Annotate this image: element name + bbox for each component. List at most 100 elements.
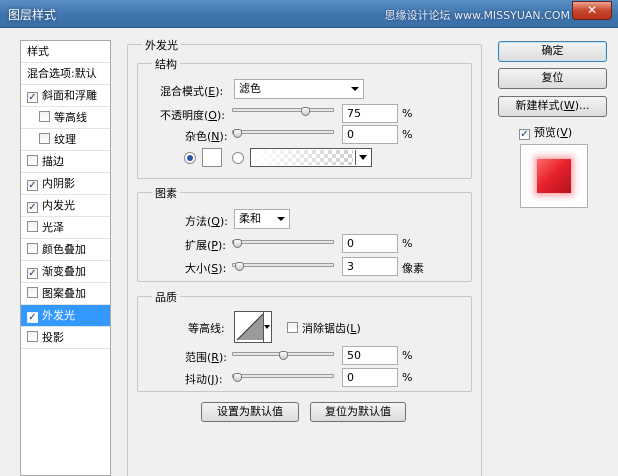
chevron-down-icon	[277, 217, 285, 221]
style-item-checkbox[interactable]	[27, 331, 38, 342]
opacity-input[interactable]: 75	[342, 104, 398, 123]
style-item-checkbox[interactable]	[27, 155, 38, 166]
opacity-label: 不透明度(O):	[160, 109, 225, 122]
antialias-checkbox[interactable]: 消除锯齿(L)	[287, 320, 361, 336]
spread-slider-thumb[interactable]	[233, 239, 242, 248]
jitter-slider[interactable]	[232, 373, 334, 382]
quality-title: 品质	[152, 289, 180, 305]
style-item[interactable]: 描边	[21, 151, 110, 173]
range-slider-thumb[interactable]	[279, 351, 288, 360]
blend-mode-select[interactable]: 滤色	[234, 79, 364, 99]
style-item[interactable]: ✓ 内发光	[21, 195, 110, 217]
style-item-checkbox[interactable]	[39, 133, 50, 144]
size-unit: 像素	[402, 262, 424, 275]
chevron-down-icon	[351, 87, 359, 91]
close-button[interactable]: ✕	[572, 1, 612, 20]
gradient-dropdown-button[interactable]	[355, 150, 370, 165]
style-item[interactable]: 等高线	[21, 107, 110, 129]
style-item[interactable]: ✓ 斜面和浮雕	[21, 85, 110, 107]
preview-checkbox[interactable]: ✓ 预览(V)	[519, 124, 572, 140]
reset-default-button[interactable]: 复位为默认值	[310, 402, 406, 422]
blend-mode-label: 混合模式(E):	[160, 85, 224, 98]
style-item-checkbox[interactable]: ✓	[27, 268, 38, 279]
jitter-slider-thumb[interactable]	[233, 373, 242, 382]
preview-swatch	[537, 159, 571, 193]
jitter-label: 抖动(J):	[185, 373, 223, 386]
window-title: 图层样式	[8, 8, 57, 22]
noise-slider[interactable]	[232, 129, 334, 138]
range-slider[interactable]	[232, 351, 334, 360]
size-slider[interactable]	[232, 262, 334, 271]
preview-thumbnail	[520, 144, 588, 208]
set-default-button[interactable]: 设置为默认值	[201, 402, 299, 422]
style-item-label: 斜面和浮雕	[42, 89, 97, 102]
style-item[interactable]: 颜色叠加	[21, 239, 110, 261]
close-icon: ✕	[586, 3, 598, 17]
title-bar[interactable]: 图层样式 思缘设计论坛 www.MISSYUAN.COM ✕	[0, 0, 618, 28]
style-item-label: 图案叠加	[42, 287, 86, 300]
solid-color-radio[interactable]	[184, 152, 196, 164]
style-item-checkbox[interactable]: ✓	[27, 312, 38, 323]
style-list-header[interactable]: 样式	[21, 41, 110, 63]
elements-title: 图素	[152, 185, 180, 201]
antialias-checkbox-box[interactable]	[287, 322, 298, 333]
style-item[interactable]: 纹理	[21, 129, 110, 151]
style-item-label: 渐变叠加	[42, 265, 86, 278]
contour-dropdown-button[interactable]	[263, 312, 271, 342]
style-item[interactable]: 图案叠加	[21, 283, 110, 305]
gradient-picker[interactable]	[250, 148, 372, 167]
noise-input[interactable]: 0	[342, 125, 398, 144]
style-item-label: 等高线	[54, 111, 87, 124]
contour-label: 等高线:	[188, 322, 225, 335]
style-item-checkbox[interactable]: ✓	[27, 202, 38, 213]
panel-title: 外发光	[142, 37, 181, 53]
size-input[interactable]: 3	[342, 257, 398, 276]
style-list: 样式 混合选项:默认 ✓ 斜面和浮雕等高线纹理描边 ✓ 内阴影 ✓ 内发光 光泽颜色叠加 ✓ 渐…	[20, 40, 111, 476]
opacity-slider[interactable]	[232, 107, 334, 116]
style-item-checkbox[interactable]	[27, 287, 38, 298]
style-item[interactable]: ✓ 内阴影	[21, 173, 110, 195]
contour-curve-icon	[236, 313, 264, 341]
jitter-unit: %	[402, 371, 413, 384]
gradient-radio[interactable]	[232, 152, 244, 164]
style-item-label: 纹理	[54, 133, 76, 146]
size-label: 大小(S):	[185, 262, 227, 275]
style-item[interactable]: ✓ 渐变叠加	[21, 261, 110, 283]
style-item-label: 颜色叠加	[42, 243, 86, 256]
range-input[interactable]: 50	[342, 346, 398, 365]
style-item-checkbox[interactable]: ✓	[27, 92, 38, 103]
style-item[interactable]: 投影	[21, 327, 110, 349]
blend-options-item[interactable]: 混合选项:默认	[21, 63, 110, 85]
noise-slider-thumb[interactable]	[233, 129, 242, 138]
method-select[interactable]: 柔和	[234, 209, 290, 229]
size-slider-thumb[interactable]	[235, 262, 244, 271]
solid-color-swatch[interactable]	[202, 148, 222, 167]
method-label: 方法(Q):	[185, 215, 228, 228]
style-item[interactable]: ✓ 外发光	[21, 305, 110, 327]
style-item-label: 内阴影	[42, 177, 75, 190]
style-item-label: 描边	[42, 155, 64, 168]
contour-picker[interactable]	[234, 311, 272, 343]
style-item-checkbox[interactable]: ✓	[27, 180, 38, 191]
spread-input[interactable]: 0	[342, 234, 398, 253]
spread-unit: %	[402, 237, 413, 250]
range-label: 范围(R):	[185, 351, 227, 364]
ok-button[interactable]: 确定	[498, 41, 607, 62]
noise-label: 杂色(N):	[185, 130, 228, 143]
spread-label: 扩展(P):	[185, 239, 226, 252]
opacity-unit: %	[402, 107, 413, 120]
range-unit: %	[402, 349, 413, 362]
style-item[interactable]: 光泽	[21, 217, 110, 239]
noise-unit: %	[402, 128, 413, 141]
new-style-button[interactable]: 新建样式(W)...	[498, 96, 607, 117]
preview-checkbox-box[interactable]: ✓	[519, 129, 530, 140]
style-item-checkbox[interactable]	[27, 243, 38, 254]
jitter-input[interactable]: 0	[342, 368, 398, 387]
style-item-checkbox[interactable]	[39, 111, 50, 122]
reset-button[interactable]: 复位	[498, 68, 607, 89]
spread-slider[interactable]	[232, 239, 334, 248]
structure-title: 结构	[152, 56, 180, 72]
opacity-slider-thumb[interactable]	[301, 107, 310, 116]
chevron-down-icon	[359, 155, 367, 160]
style-item-checkbox[interactable]	[27, 221, 38, 232]
